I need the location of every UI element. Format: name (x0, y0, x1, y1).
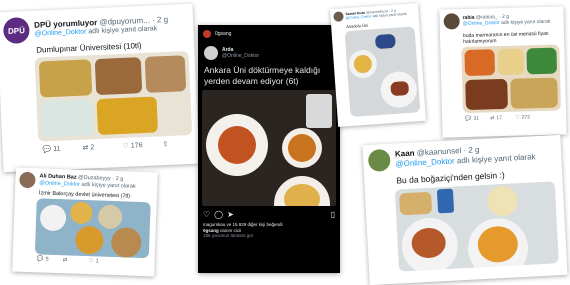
retweet-count: 2 (90, 143, 95, 151)
caption-text: canım cicii (220, 227, 242, 233)
view-comments-link[interactable]: 186 yorumun tümünü gör (203, 233, 335, 238)
comment-icon[interactable]: ◯ (214, 210, 223, 219)
heart-icon: ♡ (515, 114, 520, 121)
retweet-icon: ⇄ (62, 257, 68, 264)
heart-icon: ♡ (122, 142, 130, 150)
avatar[interactable] (367, 148, 391, 172)
instagram-post-card[interactable]: 0gsang Arda @Online_Doktor Ankara Üni dö… (198, 25, 340, 273)
reply-mention[interactable]: @Online_Doktor (463, 20, 500, 27)
comment-icon: 💬 (42, 146, 52, 154)
like-count: 1 (95, 258, 99, 265)
bookmark-icon[interactable]: ▯ (331, 210, 335, 219)
reply-count: 11 (53, 145, 61, 153)
avatar[interactable]: DPÜ (2, 16, 30, 45)
reply-button[interactable]: 💬 31 (465, 115, 490, 122)
insta-username[interactable]: 0gsang (215, 31, 231, 37)
avatar[interactable] (203, 30, 211, 38)
tweet-card-rabia[interactable]: rabia @rabiaa_ · 2 g @Online_Doktor adlı… (439, 6, 567, 138)
tweet-card-samet[interactable]: Samet Kuzu @SametKuzu · 2 g @Online_Dokt… (329, 3, 427, 127)
food-photo[interactable] (202, 90, 336, 207)
heart-icon: ♡ (88, 258, 94, 265)
reply-count: 5 (45, 256, 49, 263)
reply-count: 31 (473, 115, 480, 122)
like-button[interactable]: ♡ 272 (515, 114, 540, 121)
reply-button[interactable]: 💬 5 (37, 256, 63, 263)
food-photo[interactable] (461, 44, 562, 114)
avatar-logo-text: DPÜ (7, 25, 26, 36)
like-button[interactable]: ♡ 1 (89, 258, 115, 265)
like-button[interactable]: ♡ 176 (122, 140, 162, 150)
post-text: Ankara Üni döktürmeye kaldığı yerden dev… (204, 65, 321, 86)
reply-mention[interactable]: @Online_Doktor (39, 180, 80, 187)
retweet-button[interactable]: ⇄ 2 (82, 142, 122, 152)
avatar[interactable] (443, 13, 460, 30)
reply-button[interactable]: 💬 11 (42, 144, 82, 154)
food-photo[interactable] (394, 181, 559, 272)
reply-context: adlı kişiye yanıt olarak (81, 181, 136, 190)
post-author-handle: @Online_Doktor (222, 53, 260, 59)
send-icon[interactable]: ➤ (227, 210, 234, 219)
retweet-button[interactable]: ⇄ 17 (490, 115, 515, 122)
like-count: 176 (130, 141, 143, 150)
avatar[interactable] (333, 11, 344, 22)
retweet-count: 17 (496, 115, 503, 122)
food-photo[interactable] (34, 51, 193, 142)
comment-icon: 💬 (465, 115, 472, 123)
avatar[interactable] (19, 171, 36, 189)
caption-user[interactable]: 0gsang (203, 228, 219, 233)
tweet-card-kaan[interactable]: Kaan @kaanunsel · 2 g @Online_Doktor adl… (362, 134, 568, 285)
post-avatar[interactable] (204, 46, 218, 60)
food-photo[interactable] (34, 198, 151, 259)
tweet-card-dpu[interactable]: DPÜ DPÜ yorumluyor @dpuyorum... · 2 g @O… (0, 3, 200, 173)
reply-mention[interactable]: @Online_Doktor (346, 14, 372, 20)
like-heart-icon[interactable]: ♡ (203, 210, 210, 219)
tweet-text-line2: hatırlamıyorum (463, 38, 497, 46)
retweet-icon: ⇄ (82, 144, 89, 152)
share-button[interactable]: ⇪ (162, 140, 170, 148)
reply-context: adlı kişiye yanıt olarak (501, 18, 551, 27)
tweet-card-ali[interactable]: Ali Duhan Baz @Duzabeyyy · 2 g @Online_D… (12, 167, 158, 277)
reply-mention[interactable]: @Online_Doktor (395, 156, 455, 168)
reply-mention[interactable]: @Online_Doktor (34, 28, 86, 37)
comment-icon: 💬 (36, 256, 44, 263)
retweet-icon: ⇄ (490, 115, 495, 122)
food-photo[interactable] (344, 26, 421, 118)
share-icon: ⇪ (162, 140, 169, 149)
like-count: 272 (521, 114, 531, 121)
retweet-button[interactable]: ⇄ (63, 257, 89, 264)
author-name[interactable]: Kaan (395, 149, 415, 159)
